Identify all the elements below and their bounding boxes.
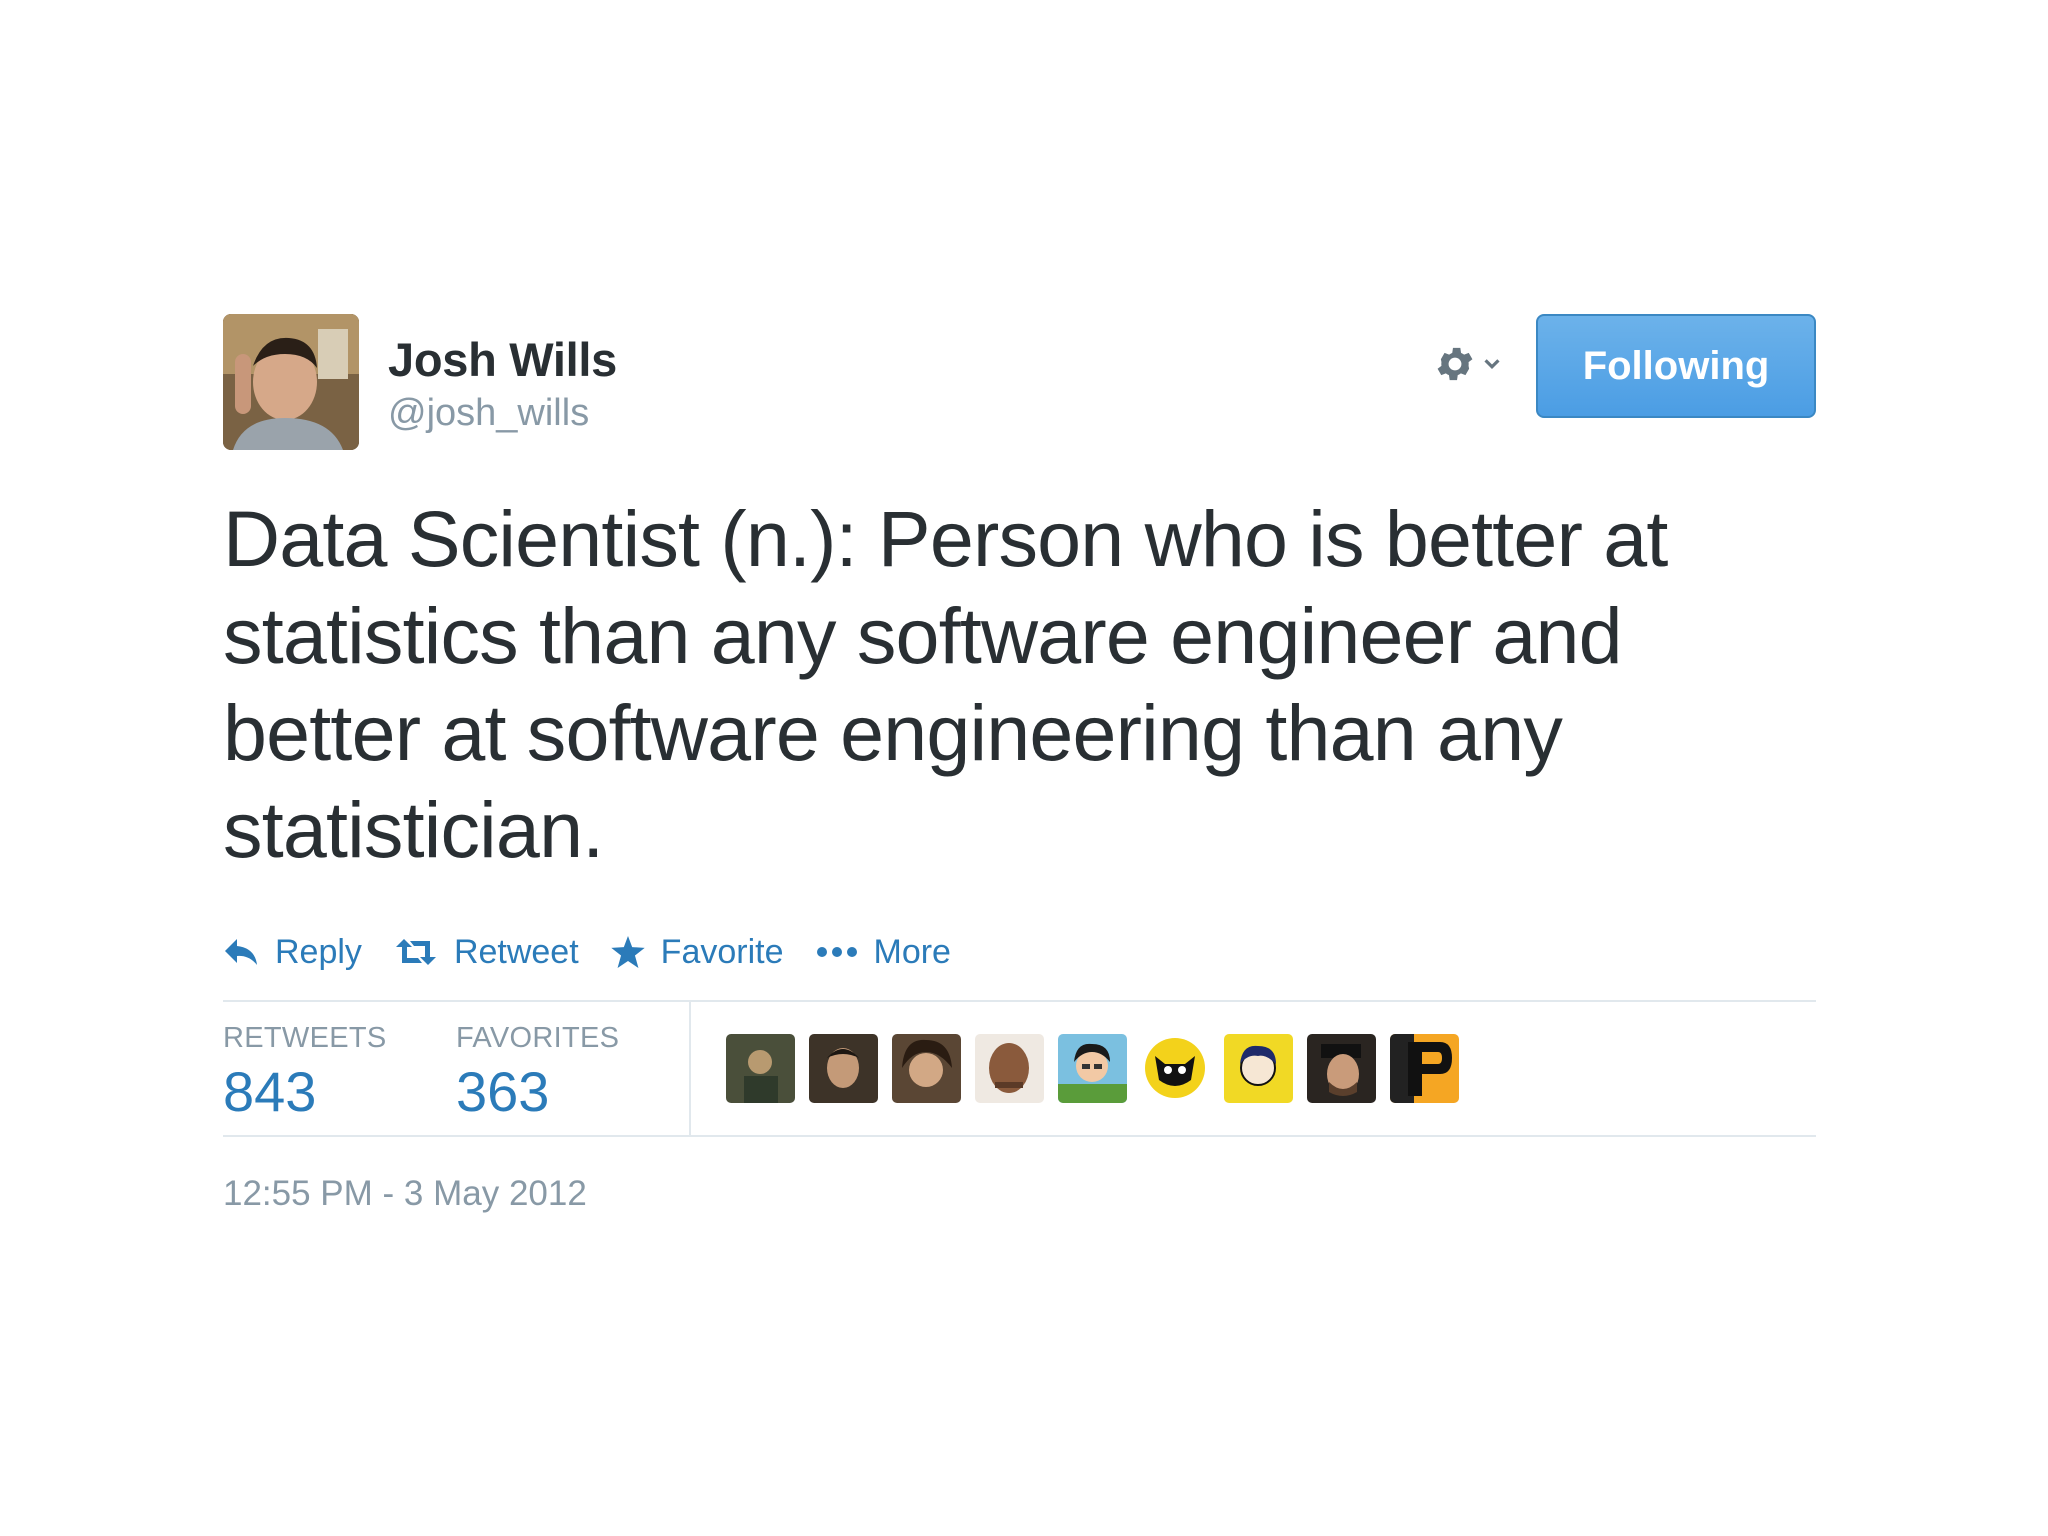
user-actions-menu[interactable] [1433, 336, 1523, 396]
star-icon [610, 936, 645, 968]
retweets-count: 843 [223, 1060, 317, 1123]
more-dots-icon [816, 946, 858, 958]
favoriter-avatar[interactable] [892, 1034, 961, 1103]
favoriter-avatar[interactable] [809, 1034, 878, 1103]
reply-label: Reply [275, 932, 362, 971]
retweets-stat[interactable]: RETWEETS 843 [223, 1022, 387, 1124]
more-button[interactable]: More [816, 933, 951, 972]
favoriter-avatar[interactable] [1058, 1034, 1127, 1103]
tweet-card: Josh Wills @josh_wills Following Data Sc… [223, 314, 1816, 1213]
tweet-timestamp[interactable]: 12:55 PM - 3 May 2012 [223, 1174, 587, 1214]
reply-button[interactable]: Reply [223, 933, 362, 972]
user-name[interactable]: Josh Wills [388, 332, 617, 387]
tweet-text: Data Scientist (n.): Person who is bette… [223, 494, 1668, 874]
page: Josh Wills @josh_wills Following Data Sc… [0, 0, 2048, 1536]
more-label: More [873, 932, 951, 971]
favoriter-avatar[interactable] [1390, 1034, 1459, 1103]
user-handle[interactable]: @josh_wills [388, 392, 589, 435]
favorite-label: Favorite [660, 932, 784, 971]
following-button[interactable]: Following [1536, 314, 1816, 418]
favoriters-avatars [726, 1034, 1459, 1103]
retweet-button[interactable]: Retweet [394, 933, 579, 972]
retweet-label: Retweet [453, 932, 579, 971]
stats-divider [689, 1002, 691, 1135]
favoriter-avatar[interactable] [1224, 1034, 1293, 1103]
user-avatar[interactable] [223, 314, 359, 450]
retweet-icon [394, 937, 438, 967]
reply-icon [223, 937, 259, 967]
favoriter-avatar[interactable] [1307, 1034, 1376, 1103]
gear-icon [1433, 342, 1477, 391]
favoriter-avatar[interactable] [1141, 1034, 1210, 1103]
favorites-count: 363 [456, 1060, 550, 1123]
tweet-actions: Reply Retweet Favorite More [223, 922, 983, 982]
tweet-header: Josh Wills @josh_wills Following [223, 314, 1816, 452]
favorites-label: FAVORITES [456, 1022, 620, 1054]
chevron-down-icon [1481, 353, 1503, 380]
tweet-stats: RETWEETS 843 FAVORITES 363 [223, 1000, 1816, 1137]
favoriter-avatar[interactable] [975, 1034, 1044, 1103]
retweets-label: RETWEETS [223, 1022, 387, 1054]
favoriter-avatar[interactable] [726, 1034, 795, 1103]
favorite-button[interactable]: Favorite [610, 932, 784, 972]
favorites-stat[interactable]: FAVORITES 363 [456, 1022, 619, 1124]
